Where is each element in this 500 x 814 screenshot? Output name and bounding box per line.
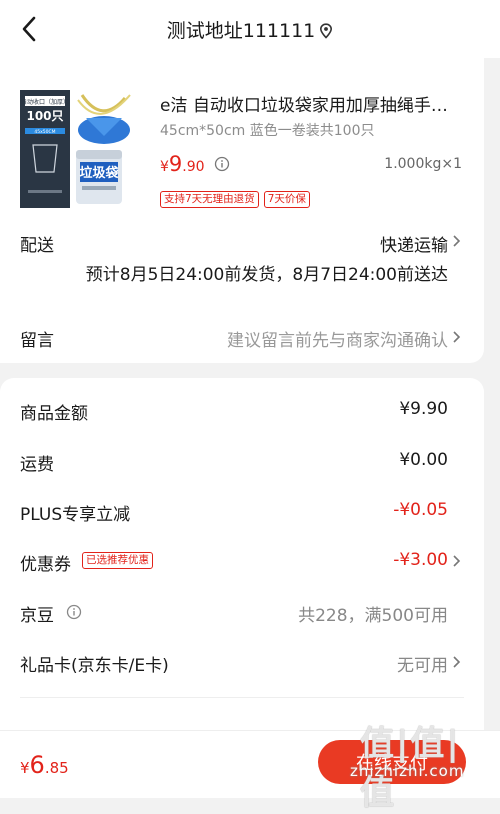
product-weight-qty: 1.000kg×1 xyxy=(384,156,462,172)
coupon-label: 优惠券 xyxy=(20,555,71,575)
info-icon[interactable] xyxy=(214,156,230,176)
message-label: 留言 xyxy=(20,331,54,351)
jingdou-label: 京豆 xyxy=(20,606,54,626)
product-spec: 45cm*50cm 蓝色一卷装共100只 xyxy=(160,123,375,139)
svg-text:自动收口（加厚）: 自动收口（加厚） xyxy=(21,98,69,106)
service-badges: 支持7天无理由退货 7天价保 xyxy=(160,191,310,208)
plus-discount-value: -¥0.05 xyxy=(393,500,448,520)
divider xyxy=(20,697,464,698)
chevron-right-icon xyxy=(453,235,461,247)
svg-text:垃圾袋: 垃圾袋 xyxy=(79,165,119,181)
address-text: 测试地址111111 xyxy=(166,20,316,42)
plus-discount-label: PLUS专享立减 xyxy=(20,505,131,525)
product-price: ¥9.90 xyxy=(160,152,205,176)
watermark-logo: 值|值|值 zhizhizhi.com xyxy=(350,724,465,813)
badge-price-protect: 7天价保 xyxy=(263,191,310,208)
shipping-fee-label: 运费 xyxy=(20,455,54,475)
goods-amount-value: ¥9.90 xyxy=(399,399,448,419)
badge-return: 支持7天无理由退货 xyxy=(160,191,259,208)
address-title[interactable]: 测试地址111111 xyxy=(0,16,500,43)
gift-card-label: 礼品卡(京东卡/E卡) xyxy=(20,656,169,676)
total-price: ¥6.85 xyxy=(20,751,69,779)
coupon-value[interactable]: -¥3.00 xyxy=(393,550,448,570)
product-image[interactable]: 自动收口（加厚） 100只 45x50CM 垃圾袋 xyxy=(20,90,148,208)
svg-text:100只: 100只 xyxy=(26,109,63,123)
message-input[interactable]: 建议留言前先与商家沟通确认 xyxy=(227,326,448,351)
goods-amount-label: 商品金额 xyxy=(20,404,88,424)
shipping-fee-value: ¥0.00 xyxy=(399,450,448,470)
product-name[interactable]: e洁 自动收口垃圾袋家用加厚抽绳手提式穿绳背心式塑料袋 xyxy=(160,91,460,116)
chevron-right-icon xyxy=(453,331,461,343)
svg-text:45x50CM: 45x50CM xyxy=(34,129,55,135)
delivery-label: 配送 xyxy=(20,236,54,256)
info-icon[interactable] xyxy=(66,604,82,620)
gift-card-value[interactable]: 无可用 xyxy=(397,651,448,676)
coupon-badge: 已选推荐优惠 xyxy=(82,552,153,569)
chevron-right-icon xyxy=(453,555,461,567)
jingdou-value: 共228，满500可用 xyxy=(298,606,448,626)
delivery-method[interactable]: 快递运输 xyxy=(380,231,448,256)
chevron-right-icon xyxy=(453,656,461,668)
top-bar: 测试地址111111 xyxy=(0,0,500,58)
delivery-schedule: 预计8月5日24:00前发货，8月7日24:00前送达 xyxy=(85,265,448,285)
location-pin-icon xyxy=(320,23,333,39)
